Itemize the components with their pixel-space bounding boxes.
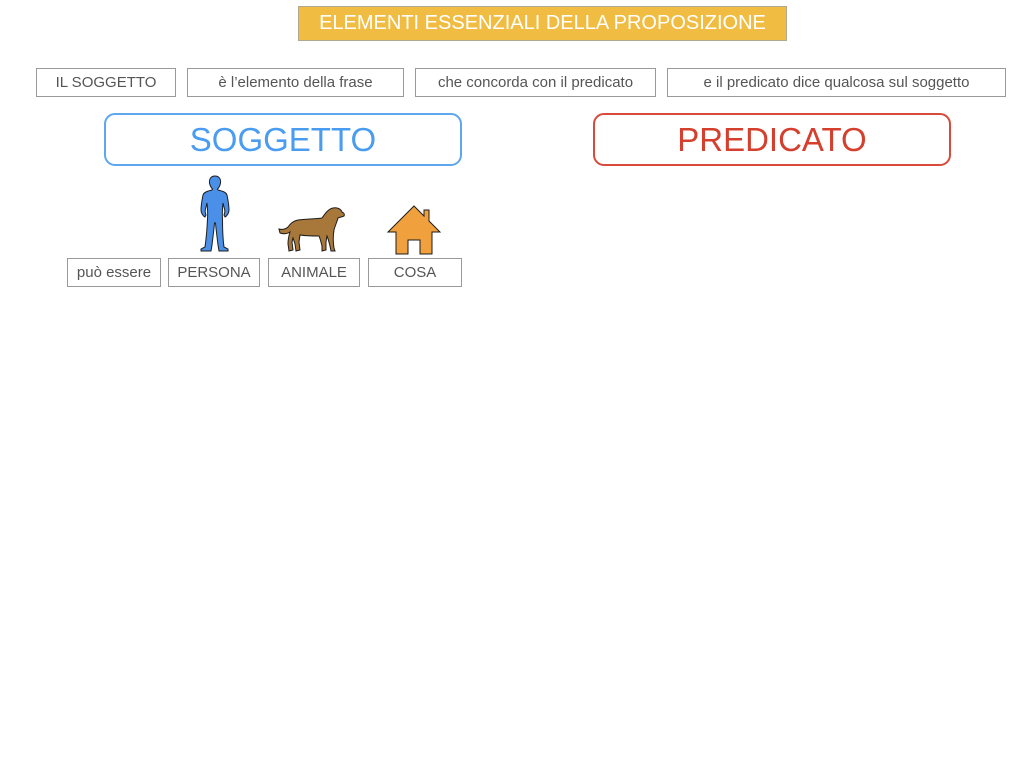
subject-box: SOGGETTO	[104, 113, 462, 166]
dog-icon	[278, 207, 345, 252]
subject-type-animal: ANIMALE	[268, 258, 360, 287]
definition-part-element: è l’elemento della frase	[187, 68, 404, 97]
definition-part-predicate: e il predicato dice qualcosa sul soggett…	[667, 68, 1006, 97]
predicate-box: PREDICATO	[593, 113, 951, 166]
slide-title: ELEMENTI ESSENZIALI DELLA PROPOSIZIONE	[298, 6, 787, 41]
person-icon	[200, 175, 230, 252]
house-icon	[386, 205, 442, 255]
subject-type-thing: COSA	[368, 258, 462, 287]
subject-can-be-label: può essere	[67, 258, 161, 287]
subject-type-person: PERSONA	[168, 258, 260, 287]
definition-part-subject: IL SOGGETTO	[36, 68, 176, 97]
definition-part-agreement: che concorda con il predicato	[415, 68, 656, 97]
